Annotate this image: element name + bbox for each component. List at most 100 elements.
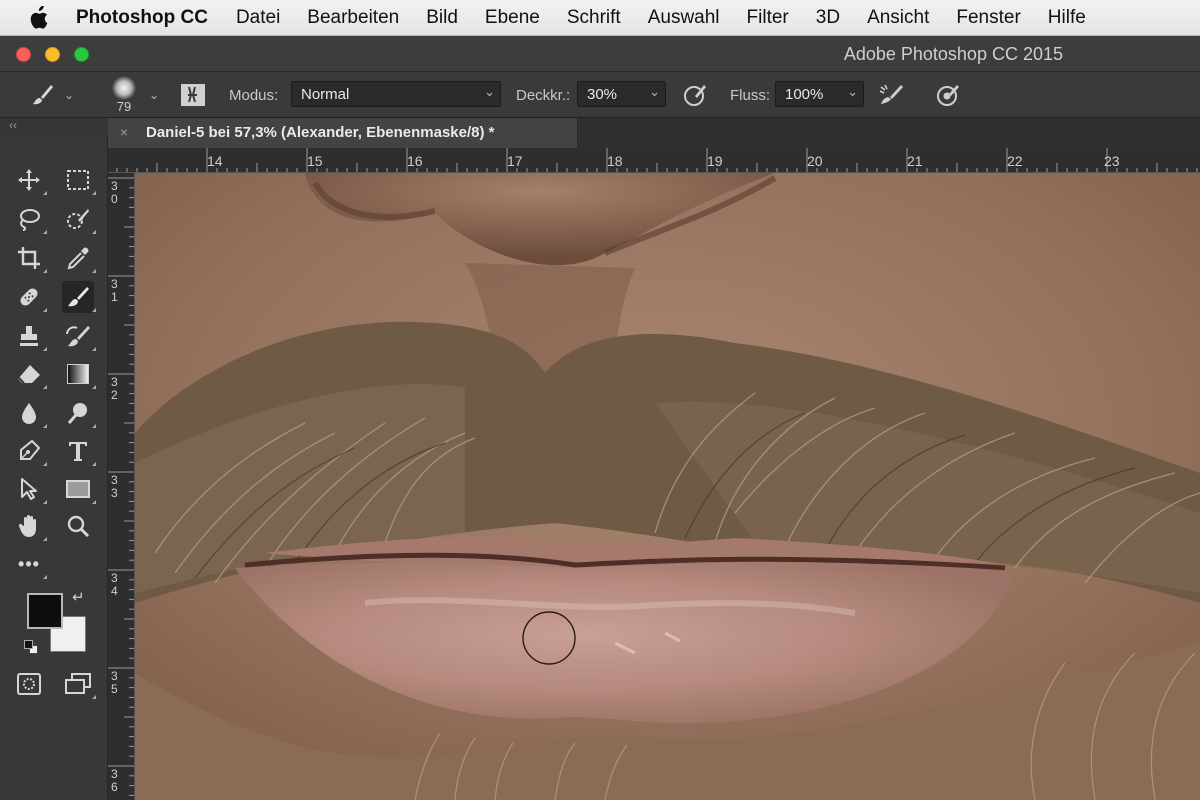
window-title: Adobe Photoshop CC 2015	[843, 44, 1063, 64]
brush-size-picker[interactable]: 79	[112, 72, 136, 118]
dodge-tool[interactable]	[62, 397, 96, 429]
blur-tool[interactable]	[13, 397, 47, 429]
zoom-tool[interactable]	[62, 510, 94, 542]
gradient-tool[interactable]	[62, 358, 96, 390]
mode-select[interactable]: Normal ⌄	[291, 81, 501, 107]
menu-filter[interactable]: Filter	[747, 7, 789, 29]
opacity-value: 30%	[587, 85, 618, 103]
healing-brush-icon	[20, 288, 38, 306]
menu-schrift[interactable]: Schrift	[567, 7, 621, 29]
mode-select-value: Normal	[301, 85, 350, 103]
panel-collapse-bar[interactable]: ‹‹	[0, 118, 108, 136]
brush-size-value: 79	[116, 99, 132, 114]
hand-tool[interactable]	[13, 510, 47, 542]
menu-bild[interactable]: Bild	[426, 7, 458, 29]
crop-tool[interactable]	[13, 242, 47, 274]
marquee-icon	[67, 170, 89, 190]
menu-ebene[interactable]: Ebene	[485, 7, 540, 29]
close-icon[interactable]: ×	[120, 124, 128, 140]
collapse-panel-icon: ‹‹	[9, 118, 17, 132]
menu-datei[interactable]: Datei	[236, 7, 280, 29]
size-pressure-button[interactable]	[935, 72, 961, 118]
gradient-icon	[67, 364, 89, 384]
crop-icon	[18, 247, 40, 269]
document-tab[interactable]: × Daniel-5 bei 57,3% (Alexander, Ebenenm…	[108, 118, 578, 148]
ruler-label: 34	[111, 571, 118, 598]
rectangle-tool[interactable]	[62, 473, 96, 505]
zoom-icon	[67, 515, 90, 538]
close-window-button[interactable]	[16, 47, 31, 62]
ruler-label: 23	[1104, 153, 1120, 169]
more-tools-icon: •••	[18, 553, 40, 574]
brush-panel-icon	[181, 84, 205, 106]
marquee-tool[interactable]	[62, 164, 96, 196]
tools-panel: ••• ↵	[0, 136, 108, 800]
brush-panel-toggle[interactable]	[180, 72, 206, 118]
ruler-label: 14	[207, 153, 223, 169]
soft-brush-tip-icon	[112, 76, 136, 100]
zoom-window-button[interactable]	[74, 47, 89, 62]
pressure-opacity-icon	[684, 85, 706, 106]
chevron-down-icon: ⌄	[649, 84, 660, 99]
document-tab-title: Daniel-5 bei 57,3% (Alexander, Ebenenmas…	[146, 124, 495, 141]
opacity-label: Deckkr.:	[516, 86, 571, 104]
ruler-label: 32	[111, 375, 118, 402]
screen-mode-button[interactable]	[62, 668, 96, 700]
chevron-down-icon: ⌄	[847, 84, 858, 99]
chevron-down-icon[interactable]: ⌄	[149, 72, 159, 118]
eraser-tool[interactable]	[13, 358, 47, 390]
path-selection-icon	[21, 478, 37, 500]
opacity-field[interactable]: 30% ⌄	[577, 81, 666, 107]
flow-label: Fluss:	[730, 86, 771, 104]
menu-fenster[interactable]: Fenster	[956, 7, 1020, 29]
ruler-label: 22	[1007, 153, 1023, 169]
menu-3d[interactable]: 3D	[816, 7, 840, 29]
move-tool[interactable]	[13, 164, 47, 196]
ruler-label: 33	[111, 473, 118, 500]
path-selection-tool[interactable]	[13, 473, 47, 505]
brush-tool[interactable]	[62, 281, 96, 313]
vertical-ruler[interactable]: 30 31 32 33 34 35 36	[108, 173, 135, 800]
ruler-label: 36	[111, 767, 118, 794]
mode-label: Modus:	[229, 86, 279, 104]
healing-brush-tool[interactable]	[13, 281, 47, 313]
eyedropper-icon	[67, 247, 89, 270]
document-canvas[interactable]	[135, 173, 1200, 800]
history-brush-tool[interactable]	[62, 320, 96, 352]
airbrush-button[interactable]	[878, 72, 906, 118]
hand-icon	[18, 514, 36, 537]
default-colors-icon[interactable]	[24, 640, 38, 654]
pressure-size-icon	[937, 85, 959, 106]
ruler-label: 16	[407, 153, 423, 169]
pen-icon	[20, 439, 41, 460]
lasso-tool[interactable]	[13, 203, 47, 235]
apple-icon[interactable]	[27, 5, 53, 30]
airbrush-icon	[879, 84, 903, 104]
tool-preset-picker[interactable]: ⌄	[30, 72, 74, 118]
flow-field[interactable]: 100% ⌄	[775, 81, 864, 107]
ruler-label: 30	[111, 179, 118, 206]
menu-auswahl[interactable]: Auswahl	[648, 7, 720, 29]
horizontal-ruler[interactable]: 14 15 16 17 18 19 20 21 22 23	[108, 148, 1200, 173]
app-menu[interactable]: Photoshop CC	[76, 7, 208, 29]
ruler-label: 18	[607, 153, 623, 169]
menu-bearbeiten[interactable]: Bearbeiten	[307, 7, 399, 29]
opacity-pressure-button[interactable]	[682, 72, 708, 118]
eyedropper-tool[interactable]	[62, 242, 96, 274]
window-title-bar: Adobe Photoshop CC 2015	[0, 36, 1200, 72]
chevron-down-icon: ⌄	[64, 88, 75, 102]
foreground-color-swatch[interactable]	[27, 593, 63, 629]
rectangle-icon	[66, 480, 90, 498]
ruler-label: 19	[707, 153, 723, 169]
type-tool[interactable]	[62, 435, 96, 467]
minimize-window-button[interactable]	[45, 47, 60, 62]
menu-ansicht[interactable]: Ansicht	[867, 7, 929, 29]
menu-hilfe[interactable]: Hilfe	[1048, 7, 1086, 29]
clone-stamp-tool[interactable]	[13, 320, 47, 352]
quick-selection-tool[interactable]	[62, 203, 96, 235]
swap-colors-icon[interactable]: ↵	[72, 588, 85, 606]
more-tools-button[interactable]: •••	[13, 548, 47, 580]
blur-icon	[22, 403, 36, 424]
quick-mask-button[interactable]	[13, 668, 45, 700]
pen-tool[interactable]	[13, 435, 47, 467]
